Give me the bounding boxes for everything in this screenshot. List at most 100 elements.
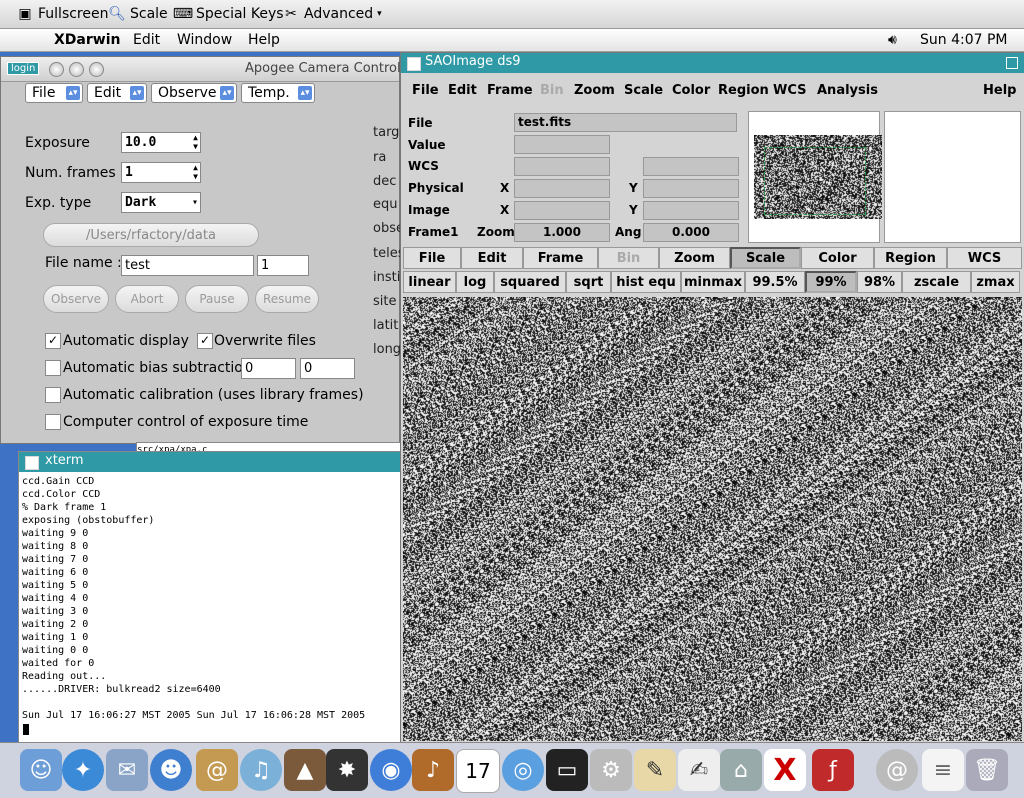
system-preferences-icon[interactable]: ⚙: [590, 749, 632, 791]
volume-icon[interactable]: 🔊︎: [888, 32, 897, 48]
ds9-button-region[interactable]: Region: [874, 247, 947, 269]
exposure-field[interactable]: 10.0 ▲ ▼: [121, 132, 201, 153]
ds9-scale-99-5-[interactable]: 99.5%: [745, 271, 805, 293]
menu-app-name[interactable]: XDarwin: [54, 32, 120, 48]
ds9-button-bin[interactable]: Bin: [598, 247, 659, 269]
apogee-menu-edit[interactable]: Edit ▴▾: [87, 83, 147, 103]
pause-button[interactable]: Pause: [185, 285, 249, 313]
exp-type-select[interactable]: Dark ▾: [121, 192, 201, 213]
overwrite-checkbox[interactable]: ✓: [197, 333, 213, 349]
itunes-icon[interactable]: ♫: [240, 749, 282, 791]
ds9-menu-region[interactable]: Region: [718, 83, 769, 98]
scale-button[interactable]: 🔍︎ Scale: [108, 4, 168, 24]
ical-icon[interactable]: 17: [456, 749, 500, 793]
ds9-button-scale[interactable]: Scale: [730, 247, 801, 269]
ds9-menu-file[interactable]: File: [412, 83, 439, 98]
apogee-titlebar[interactable]: login Apogee Camera Control: [1, 57, 401, 82]
safari-icon[interactable]: ✦: [62, 749, 104, 791]
ds9-scale-hist-equ[interactable]: hist equ: [611, 271, 681, 293]
xterm-output[interactable]: ccd.Gain CCD ccd.Color CCD % Dark frame …: [19, 472, 401, 725]
ds9-button-wcs[interactable]: WCS: [947, 247, 1022, 269]
terminal-icon[interactable]: ▭: [546, 749, 588, 791]
apogee-menu-temp[interactable]: Temp. ▴▾: [241, 83, 315, 103]
script-icon[interactable]: ✎: [634, 749, 676, 791]
ds9-button-file[interactable]: File: [403, 247, 461, 269]
fullscreen-button[interactable]: ▣ Fullscreen: [16, 4, 108, 24]
panner[interactable]: [748, 111, 882, 243]
ds9-menu-wcs[interactable]: WCS: [773, 83, 806, 98]
login-badge[interactable]: login: [7, 62, 40, 75]
ds9-button-frame[interactable]: Frame: [523, 247, 598, 269]
imovie-icon[interactable]: ✸: [326, 749, 368, 791]
panner-bbox[interactable]: [764, 147, 866, 215]
trash-icon[interactable]: 🗑︎: [966, 749, 1008, 791]
observe-button[interactable]: Observe: [43, 285, 109, 313]
ds9-titlebar[interactable]: SAOImage ds9: [401, 53, 1024, 73]
garageband-icon[interactable]: ♪: [412, 749, 454, 791]
ds9-scale-98-[interactable]: 98%: [857, 271, 902, 293]
network-volume-icon[interactable]: @: [876, 749, 918, 791]
resume-button[interactable]: Resume: [255, 285, 319, 313]
ds9-scale-log[interactable]: log: [456, 271, 494, 293]
auto-display-checkbox[interactable]: ✓: [45, 333, 61, 349]
xterm-window[interactable]: xterm ccd.Gain CCD ccd.Color CCD % Dark …: [18, 451, 402, 744]
ds9-scale-zmax[interactable]: zmax: [971, 271, 1020, 293]
window-menu-icon[interactable]: [407, 57, 421, 71]
ds9-icon[interactable]: ƒ: [812, 749, 854, 791]
ds9-button-color[interactable]: Color: [801, 247, 874, 269]
mail-icon[interactable]: ✉: [106, 749, 148, 791]
computer-control-checkbox[interactable]: [45, 414, 61, 430]
ds9-scale-linear[interactable]: linear: [403, 271, 456, 293]
zoom-icon[interactable]: [89, 62, 104, 77]
window-menu-icon[interactable]: [25, 456, 39, 470]
ds9-scale-sqrt[interactable]: sqrt: [566, 271, 611, 293]
apogee-menu-observe[interactable]: Observe ▴▾: [151, 83, 237, 103]
menu-edit[interactable]: Edit: [133, 32, 160, 48]
ds9-menu-analysis[interactable]: Analysis: [817, 83, 878, 98]
auto-bias-checkbox[interactable]: [45, 360, 61, 376]
ds9-scale-minmax[interactable]: minmax: [681, 271, 745, 293]
apogee-menu-file[interactable]: File ▴▾: [25, 83, 83, 103]
xterm-titlebar[interactable]: xterm: [19, 452, 401, 472]
auto-calib-checkbox[interactable]: [45, 387, 61, 403]
ds9-menu-zoom[interactable]: Zoom: [574, 83, 615, 98]
ds9-menu-edit[interactable]: Edit: [448, 83, 477, 98]
menu-window[interactable]: Window: [177, 32, 232, 48]
data-path-button[interactable]: /Users/rfactory/data: [43, 223, 259, 247]
ds9-menu-bin[interactable]: Bin: [540, 83, 564, 98]
ds9-scale-99-[interactable]: 99%: [805, 271, 857, 293]
special-keys-button[interactable]: ⌨ Special Keys: [173, 4, 284, 24]
menu-help[interactable]: Help: [248, 32, 280, 48]
finder-icon[interactable]: ☺: [20, 749, 62, 791]
close-icon[interactable]: [49, 62, 64, 77]
ds9-scale-zscale[interactable]: zscale: [902, 271, 971, 293]
document-icon[interactable]: ≡: [922, 749, 964, 791]
bias-a-input[interactable]: 0: [241, 358, 296, 379]
advanced-button[interactable]: ✂ Advanced ▾: [282, 4, 382, 24]
ds9-button-zoom[interactable]: Zoom: [659, 247, 730, 269]
ds9-menu-frame[interactable]: Frame: [487, 83, 533, 98]
menubar-clock[interactable]: Sun 4:07 PM: [920, 32, 1008, 48]
file-name-input[interactable]: test: [121, 255, 254, 276]
stepper-icon[interactable]: ▲ ▼: [193, 133, 198, 151]
ds9-button-edit[interactable]: Edit: [461, 247, 523, 269]
ds9-menu-scale[interactable]: Scale: [624, 83, 663, 98]
ds9-menu-color[interactable]: Color: [672, 83, 710, 98]
iphoto-icon[interactable]: ▲: [284, 749, 326, 791]
num-frames-field[interactable]: 1 ▲ ▼: [121, 162, 201, 183]
abort-button[interactable]: Abort: [115, 285, 179, 313]
ds9-scale-squared[interactable]: squared: [494, 271, 566, 293]
textedit-icon[interactable]: ✍: [678, 749, 720, 791]
minimize-icon[interactable]: [69, 62, 84, 77]
sherlock-icon[interactable]: ◎: [502, 749, 544, 791]
ichat-icon[interactable]: ☻: [150, 749, 192, 791]
idvd-icon[interactable]: ◉: [370, 749, 412, 791]
x11-icon[interactable]: X: [764, 749, 806, 791]
bias-b-input[interactable]: 0: [300, 358, 355, 379]
stepper-icon[interactable]: ▲ ▼: [193, 163, 198, 181]
maximize-icon[interactable]: [1006, 57, 1018, 69]
network-icon[interactable]: ⌂: [720, 749, 762, 791]
file-index-input[interactable]: 1: [257, 255, 309, 276]
image-display[interactable]: [403, 297, 1022, 741]
address-book-icon[interactable]: @: [196, 749, 238, 791]
